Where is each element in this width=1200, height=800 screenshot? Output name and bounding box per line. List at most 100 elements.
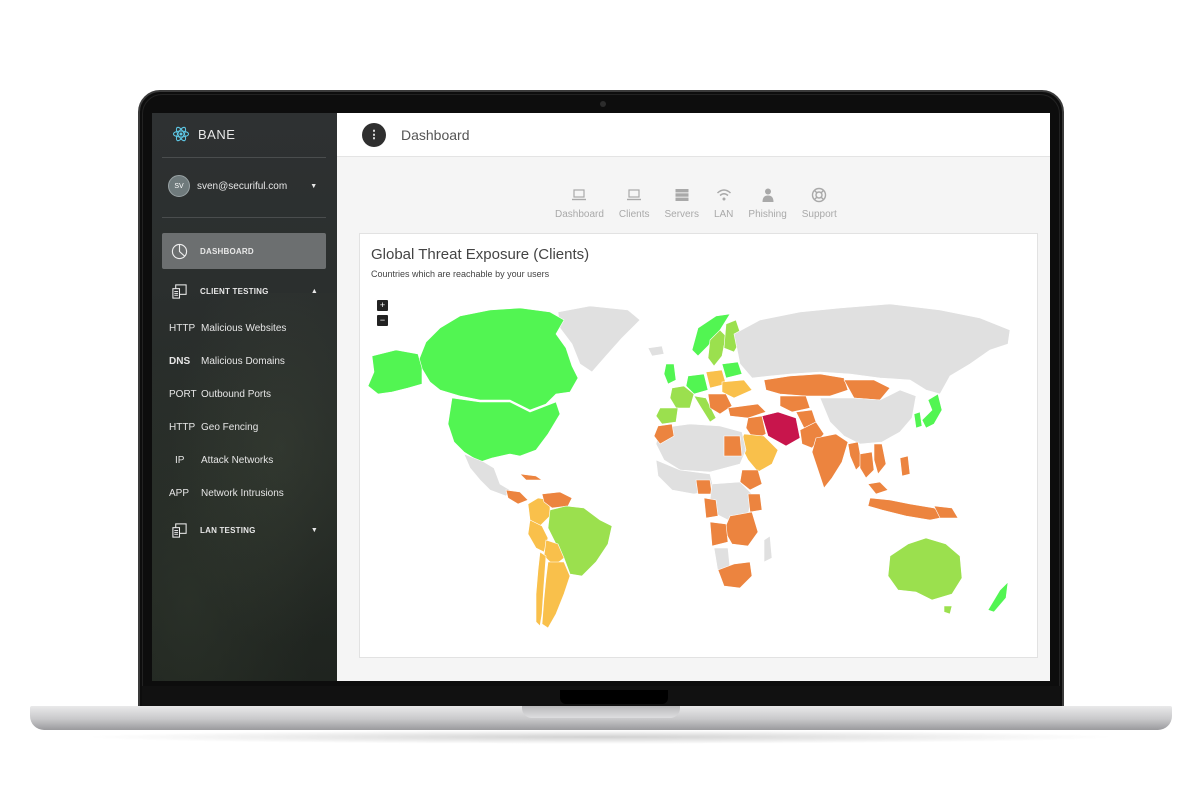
laptop-shadow [80, 730, 1120, 744]
pie-chart-icon [170, 242, 188, 260]
country-saudi-arabia[interactable] [739, 433, 779, 473]
card-subtitle: Countries which are reachable by your us… [371, 269, 550, 279]
devices-icon [170, 282, 188, 300]
tab-support[interactable]: Support [802, 187, 837, 220]
sub-prefix: PORT [169, 389, 197, 400]
sidebar-item-dashboard[interactable]: DASHBOARD [162, 233, 326, 269]
sub-label: Network Intrusions [201, 488, 284, 499]
sub-label: Malicious Websites [201, 323, 287, 334]
tab-servers[interactable]: Servers [665, 187, 699, 220]
server-icon [675, 189, 689, 201]
world-map[interactable] [360, 294, 1039, 639]
sidebar-subitem-ip-attack-networks[interactable]: IP Attack Networks [169, 455, 273, 466]
laptop-icon [627, 189, 642, 201]
tab-clients[interactable]: Clients [619, 187, 650, 220]
tab-label: Phishing [748, 209, 787, 220]
country-kenya[interactable] [747, 493, 763, 513]
country-egypt[interactable] [723, 435, 743, 457]
card-title: Global Threat Exposure (Clients) [371, 246, 590, 263]
country-new-zealand[interactable] [987, 581, 1009, 613]
country-india[interactable] [811, 433, 849, 489]
more-vert-icon[interactable]: ⋮ [362, 122, 386, 147]
sidebar-item-label: DASHBOARD [200, 246, 254, 256]
tab-label: LAN [713, 209, 734, 220]
sub-prefix: HTTP [169, 323, 196, 334]
country-uzbekistan[interactable] [779, 395, 811, 413]
devices-icon [170, 521, 188, 539]
country-uk[interactable] [663, 363, 677, 385]
sidebar-item-label: CLIENT TESTING [200, 286, 269, 296]
divider [162, 157, 326, 158]
country-usa-alaska[interactable] [367, 349, 423, 395]
country-malaysia[interactable] [867, 481, 889, 495]
country-argentina[interactable] [541, 561, 571, 629]
country-iceland[interactable] [647, 345, 665, 357]
lifebuoy-icon [812, 187, 827, 203]
laptop-notch [560, 690, 668, 704]
country-central-america[interactable] [505, 489, 529, 505]
country-madagascar[interactable] [763, 535, 773, 563]
country-angola[interactable] [709, 521, 729, 547]
sidebar-subitem-dns-malicious-domains[interactable]: DNS Malicious Domains [169, 356, 285, 367]
dashboard-tabs: Dashboard Clients Servers LAN Phishing S… [555, 187, 852, 220]
caret-down-icon: ▼ [310, 182, 318, 190]
brand[interactable]: BANE [172, 125, 235, 143]
user-menu[interactable]: SV sven@securiful.com ▼ [168, 175, 317, 197]
threat-exposure-card: Global Threat Exposure (Clients) Countri… [359, 233, 1038, 658]
sidebar: BANE SV sven@securiful.com ▼ DASHBOARD C… [152, 113, 337, 681]
sidebar-subitem-port-outbound-ports[interactable]: PORT Outbound Ports [169, 389, 271, 400]
main-content: ⋮ Dashboard Dashboard Clients Servers LA… [337, 113, 1050, 681]
app-screen: BANE SV sven@securiful.com ▼ DASHBOARD C… [152, 113, 1050, 681]
country-australia[interactable] [887, 537, 963, 601]
sub-prefix: HTTP [169, 422, 196, 433]
sub-label: Malicious Domains [201, 356, 285, 367]
tab-label: Dashboard [555, 209, 604, 220]
country-tasmania[interactable] [943, 605, 953, 615]
country-korea[interactable] [913, 411, 923, 429]
user-email: sven@securiful.com [197, 180, 288, 192]
country-belarus[interactable] [721, 361, 743, 379]
tab-lan[interactable]: LAN [714, 187, 733, 220]
tab-dashboard[interactable]: Dashboard [555, 187, 604, 220]
person-icon [762, 188, 774, 202]
webcam [600, 101, 606, 107]
country-vietnam[interactable] [873, 443, 887, 475]
sub-label: Attack Networks [201, 455, 274, 466]
country-japan[interactable] [921, 393, 943, 429]
country-kazakhstan[interactable] [763, 373, 849, 397]
laptop-mockup: BANE SV sven@securiful.com ▼ DASHBOARD C… [0, 0, 1200, 800]
tab-phishing[interactable]: Phishing [748, 187, 787, 220]
tab-label: Clients [618, 209, 650, 220]
page-title: Dashboard [401, 126, 470, 143]
app-name: BANE [198, 126, 236, 142]
wifi-icon [716, 189, 731, 201]
country-mexico[interactable] [463, 453, 511, 497]
sub-prefix: DNS [169, 356, 191, 367]
country-turkey[interactable] [727, 403, 767, 419]
sidebar-item-client-testing[interactable]: CLIENT TESTING ▲ [162, 273, 326, 309]
sidebar-item-lan-testing[interactable]: LAN TESTING ▼ [162, 512, 326, 548]
top-bar: ⋮ Dashboard [337, 113, 1050, 157]
sub-prefix: APP [169, 488, 190, 499]
caret-up-icon: ▲ [310, 287, 318, 295]
sidebar-subitem-app-network-intrusions[interactable]: APP Network Intrusions [169, 488, 284, 499]
country-nigeria[interactable] [695, 479, 713, 495]
laptop-icon [572, 189, 587, 201]
divider [162, 217, 326, 218]
sidebar-subitem-http-geo-fencing[interactable]: HTTP Geo Fencing [169, 422, 258, 433]
laptop-base-lip [522, 706, 680, 718]
sidebar-subitem-http-malicious-websites[interactable]: HTTP Malicious Websites [169, 323, 286, 334]
sub-prefix: IP [175, 455, 185, 466]
country-usa[interactable] [447, 397, 561, 463]
country-cuba[interactable] [519, 473, 543, 481]
country-philippines[interactable] [899, 455, 911, 477]
country-mongolia[interactable] [843, 379, 891, 401]
country-thailand[interactable] [859, 451, 875, 479]
caret-down-icon: ▼ [310, 526, 318, 534]
tab-label: Servers [664, 209, 699, 220]
country-spain[interactable] [655, 407, 679, 425]
atom-logo-icon [172, 126, 190, 142]
avatar: SV [168, 175, 190, 197]
country-congo[interactable] [703, 497, 719, 519]
country-canada[interactable] [417, 307, 579, 411]
